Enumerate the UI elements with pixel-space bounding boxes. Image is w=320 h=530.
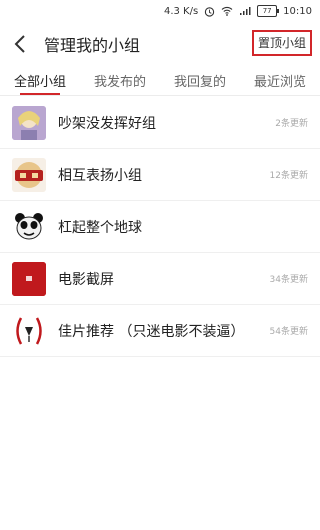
group-name: 杠起整个地球 [58, 219, 142, 236]
group-avatar [12, 261, 46, 296]
group-name: 电影截屏 [58, 271, 114, 288]
update-count: 54条更新 [269, 327, 308, 337]
active-tab-indicator [20, 93, 60, 95]
list-item[interactable]: 电影截屏 34条更新 [0, 253, 320, 305]
group-name: 吵架没发挥好组 [58, 115, 156, 132]
group-list: 吵架没发挥好组 2条更新 相互表扬小组 12条更新 杠起整个地球 电影截屏 34… [0, 97, 320, 357]
network-speed: 4.3 K/s [163, 5, 199, 17]
tab-label: 我发布的 [93, 75, 146, 90]
group-avatar [12, 313, 46, 348]
signal-icon [239, 6, 251, 16]
list-item[interactable]: 吵架没发挥好组 2条更新 [0, 97, 320, 149]
tab-my-posts[interactable]: 我发布的 [80, 66, 160, 95]
group-avatar [12, 105, 46, 140]
update-count: 12条更新 [269, 171, 308, 181]
wifi-icon [221, 6, 233, 16]
tab-my-replies[interactable]: 我回复的 [160, 66, 240, 95]
battery-level: 77 [257, 5, 280, 17]
header: 管理我的小组 置顶小组 [0, 22, 320, 66]
group-name: 相互表扬小组 [58, 167, 142, 184]
tab-label: 最近浏览 [253, 75, 306, 90]
chevron-left-icon [14, 35, 25, 53]
tab-all-groups[interactable]: 全部小组 [0, 66, 80, 95]
tab-label: 全部小组 [13, 75, 66, 90]
tab-label: 我回复的 [173, 75, 226, 90]
status-bar: 4.3 K/s 77 10:10 [0, 0, 320, 22]
tab-recently-viewed[interactable]: 最近浏览 [240, 66, 320, 95]
back-button[interactable] [0, 22, 40, 66]
page-title: 管理我的小组 [44, 36, 141, 55]
group-avatar [12, 209, 46, 244]
clock: 10:10 [283, 5, 312, 17]
group-name: 佳片推荐 （只迷电影不装逼） [58, 323, 245, 340]
alarm-icon [204, 6, 215, 17]
update-count: 2条更新 [275, 119, 308, 129]
pin-groups-button[interactable]: 置顶小组 [251, 30, 312, 56]
list-item[interactable]: 佳片推荐 （只迷电影不装逼） 54条更新 [0, 305, 320, 357]
tab-bar: 全部小组 我发布的 我回复的 最近浏览 [0, 66, 320, 96]
update-count: 34条更新 [269, 275, 308, 285]
group-avatar [12, 157, 46, 192]
list-item[interactable]: 相互表扬小组 12条更新 [0, 149, 320, 201]
battery-icon: 77 [257, 5, 280, 17]
list-item[interactable]: 杠起整个地球 [0, 201, 320, 253]
